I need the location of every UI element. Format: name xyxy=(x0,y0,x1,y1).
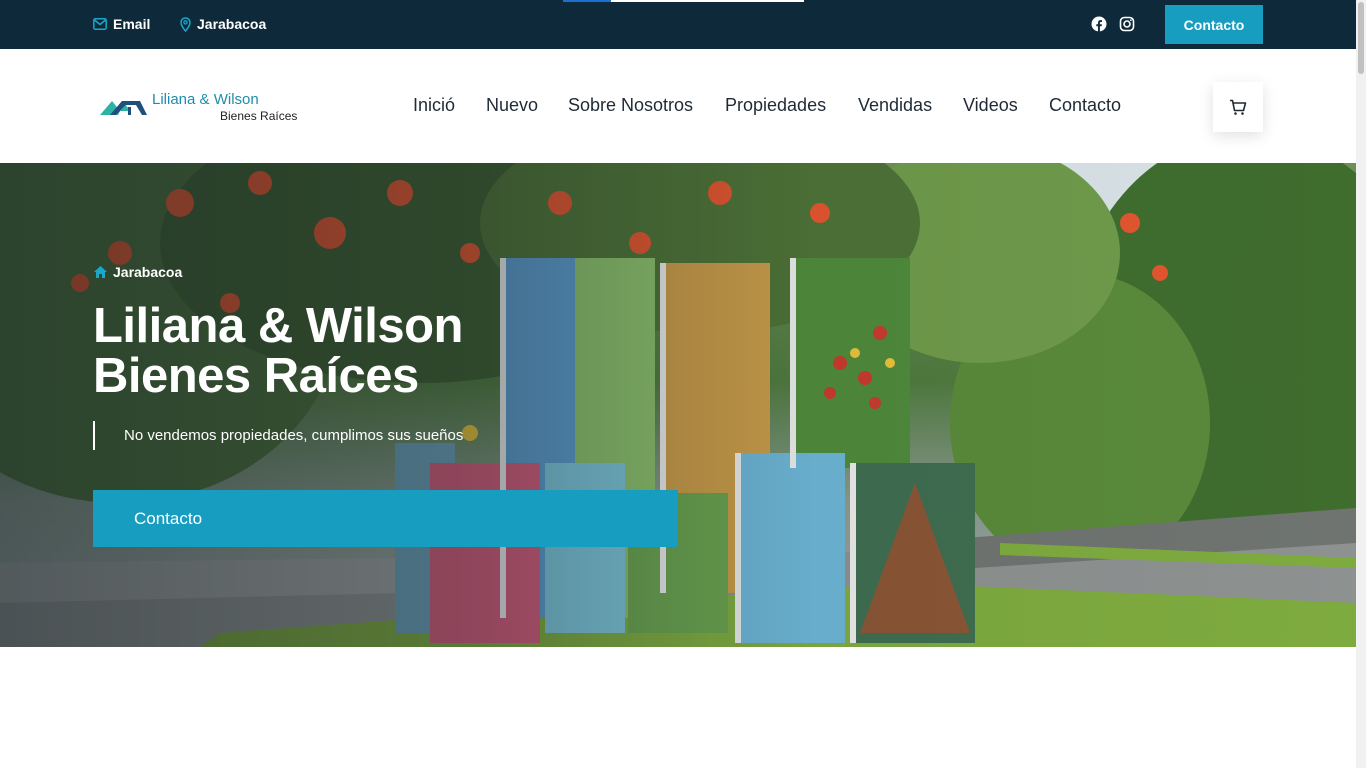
nav-item-contacto[interactable]: Contacto xyxy=(1049,95,1121,116)
nav-item-videos[interactable]: Videos xyxy=(963,95,1018,116)
mail-icon xyxy=(93,18,107,30)
home-icon xyxy=(94,266,107,278)
site-logo[interactable]: Liliana & Wilson Bienes Raíces xyxy=(100,89,310,125)
email-link[interactable]: Email xyxy=(93,15,150,33)
top-contact-button[interactable]: Contacto xyxy=(1165,5,1263,44)
location-label: Jarabacoa xyxy=(197,16,267,32)
top-bar: Email Jarabacoa Contacto xyxy=(0,0,1356,49)
facebook-icon[interactable] xyxy=(1091,16,1107,32)
email-label: Email xyxy=(113,16,151,32)
hero-title: Liliana & Wilson Bienes Raíces xyxy=(93,301,463,401)
site-header: Liliana & Wilson Bienes Raíces Inició Nu… xyxy=(0,49,1356,163)
hero-title-line1: Liliana & Wilson xyxy=(93,299,463,353)
nav-item-nuevo[interactable]: Nuevo xyxy=(486,95,538,116)
page-scrollbar[interactable] xyxy=(1356,0,1366,768)
logo-subtitle: Bienes Raíces xyxy=(220,109,298,123)
instagram-icon[interactable] xyxy=(1119,16,1135,32)
location-link[interactable]: Jarabacoa xyxy=(180,15,266,33)
cart-button[interactable] xyxy=(1213,82,1263,132)
hero-section: Jarabacoa Liliana & Wilson Bienes Raíces… xyxy=(0,163,1356,647)
house-logo-icon xyxy=(100,101,147,115)
hero-contact-button[interactable]: Contacto xyxy=(93,490,678,547)
page-loader-bar xyxy=(563,0,804,2)
breadcrumb-label: Jarabacoa xyxy=(113,264,183,280)
nav-item-inicio[interactable]: Inició xyxy=(413,95,455,116)
scrollbar-thumb[interactable] xyxy=(1358,2,1364,74)
breadcrumb[interactable]: Jarabacoa xyxy=(93,264,182,280)
cart-icon xyxy=(1230,99,1247,115)
map-pin-icon xyxy=(180,16,191,32)
hero-overlay xyxy=(0,163,1356,647)
nav-item-vendidas[interactable]: Vendidas xyxy=(858,95,932,116)
hero-tagline: No vendemos propiedades, cumplimos sus s… xyxy=(93,421,463,450)
nav-item-propiedades[interactable]: Propiedades xyxy=(725,95,826,116)
hero-title-line2: Bienes Raíces xyxy=(93,349,419,403)
nav-item-sobre-nosotros[interactable]: Sobre Nosotros xyxy=(568,95,693,116)
logo-title: Liliana & Wilson xyxy=(152,91,259,108)
